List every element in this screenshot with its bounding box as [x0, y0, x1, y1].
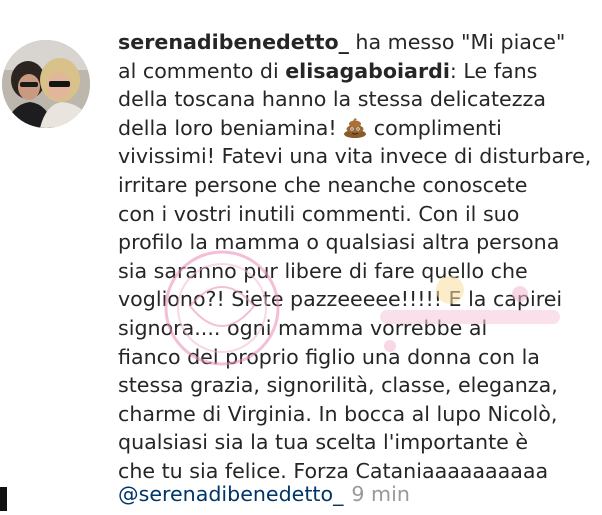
action-text: ha messo "Mi piace": [348, 30, 566, 54]
notification-line: al commento di elisagaboiardi: Le fans: [118, 57, 598, 86]
comment-text: della loro beniamina!: [118, 115, 337, 140]
comment-line: sia saranno pur libere di fare quello ch…: [118, 258, 528, 283]
comment-line: qualsiasi sia la tua scelta l'importante…: [118, 430, 529, 455]
comment-line: charme di Virginia. In bocca al lupo Nic…: [118, 401, 558, 426]
notification-text: serenadibenedetto_ ha messo "Mi piace" a…: [118, 28, 598, 486]
comment-line: profilo la mamma o qualsiasi altra perso…: [118, 230, 560, 255]
reply-row: @serenadibenedetto_ 9 min: [118, 480, 410, 508]
comment-line: della loro beniamina! complimenti: [118, 114, 598, 143]
timestamp: 9 min: [351, 482, 410, 506]
comment-line: irritare persone che neanche conoscete: [118, 172, 528, 197]
comment-line: vogliono?! Siete pazzeeeee!!!!! E la cap…: [118, 287, 563, 312]
avatar-photo-icon: [2, 40, 90, 128]
comment-line: vivissimi! Fatevi una vita invece di dis…: [118, 144, 592, 169]
comment-line: fianco del proprio figlio una donna con …: [118, 344, 540, 369]
comment-line: con i vostri inutili commenti. Con il su…: [118, 201, 520, 226]
poop-emoji-icon: [343, 116, 367, 138]
notification-line: serenadibenedetto_ ha messo "Mi piace": [118, 28, 598, 57]
comment-prefix: al commento di: [118, 58, 286, 83]
actor-username[interactable]: serenadibenedetto_: [118, 30, 349, 54]
edge-fragment: [0, 487, 7, 511]
comment-line: signora.... ogni mamma vorrebbe al: [118, 315, 488, 340]
comment-author-username[interactable]: elisagaboiardi: [285, 59, 450, 83]
reply-mention-link[interactable]: @serenadibenedetto_: [118, 482, 343, 506]
avatar[interactable]: [2, 40, 90, 128]
comment-line: della toscana hanno la stessa delicatezz…: [118, 87, 546, 112]
comment-line: stessa grazia, signorilità, classe, eleg…: [118, 373, 558, 398]
comment-text: : Le fans: [449, 58, 538, 83]
comment-text: complimenti: [367, 115, 502, 140]
